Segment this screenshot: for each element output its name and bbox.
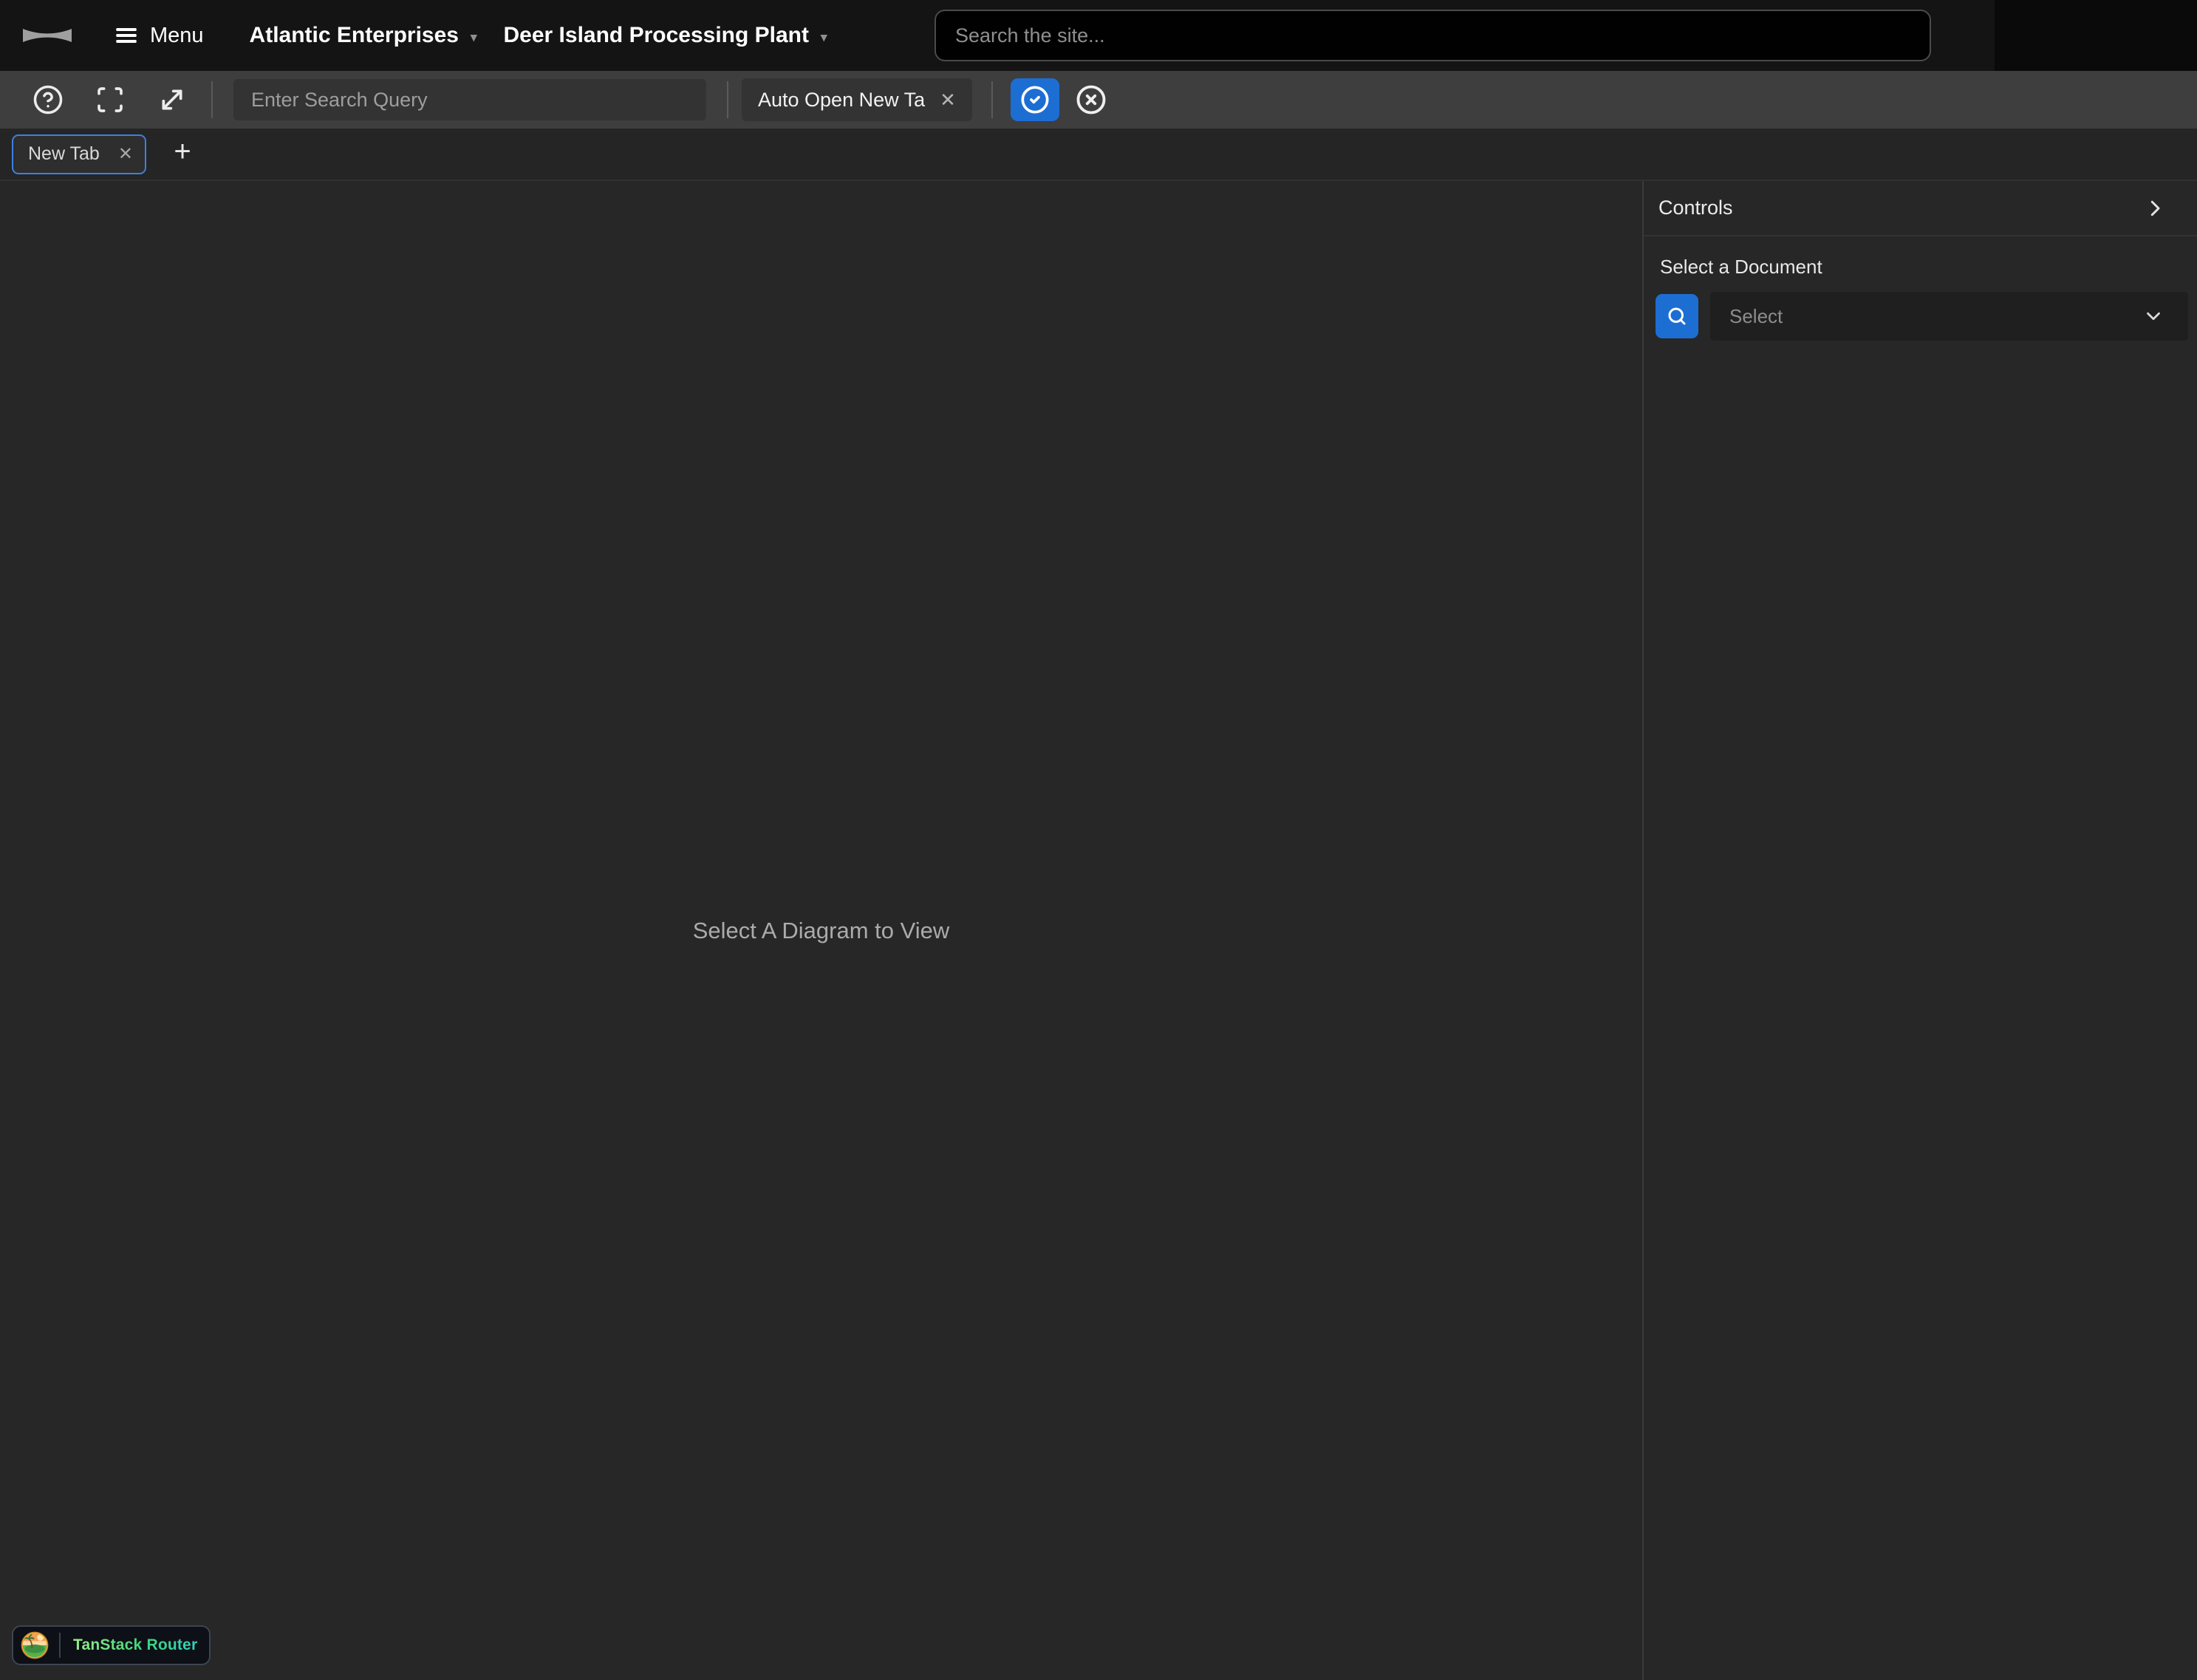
app-root: Menu Atlantic Enterprises ▾ Deer Island … bbox=[0, 0, 2197, 1680]
help-button[interactable] bbox=[33, 84, 64, 115]
badge-divider bbox=[59, 1633, 61, 1658]
menu-button[interactable]: Menu bbox=[115, 24, 204, 48]
site-search-input[interactable] bbox=[935, 10, 1931, 61]
search-icon bbox=[1666, 305, 1688, 327]
chip-close-icon[interactable]: ✕ bbox=[940, 90, 956, 109]
document-picker-row: Select bbox=[1656, 292, 2188, 341]
badge-label: TanStack Router bbox=[73, 1636, 197, 1654]
expand-diagonal-icon bbox=[157, 85, 187, 115]
org-selector[interactable]: Atlantic Enterprises ▾ bbox=[250, 23, 477, 48]
add-tab-button[interactable]: + bbox=[165, 137, 199, 171]
top-navigation-inner: Menu Atlantic Enterprises ▾ Deer Island … bbox=[0, 0, 1995, 71]
select-document-section: Select a Document Select bbox=[1644, 236, 2197, 341]
menu-label: Menu bbox=[150, 24, 204, 48]
diagram-search-input[interactable] bbox=[233, 79, 706, 120]
controls-header[interactable]: Controls bbox=[1644, 181, 2197, 236]
site-selector[interactable]: Deer Island Processing Plant ▾ bbox=[504, 23, 827, 48]
document-search-button[interactable] bbox=[1656, 294, 1698, 338]
caret-down-icon: ▾ bbox=[471, 28, 477, 44]
org-name: Atlantic Enterprises bbox=[250, 23, 459, 48]
chevron-right-icon[interactable] bbox=[2144, 197, 2166, 219]
controls-title: Controls bbox=[1658, 197, 1733, 219]
empty-state-message: Select A Diagram to View bbox=[693, 918, 950, 944]
tab-new-tab[interactable]: New Tab ✕ bbox=[12, 134, 146, 174]
cancel-button[interactable] bbox=[1068, 78, 1114, 121]
tanstack-router-badge[interactable]: TanStack Router bbox=[12, 1625, 211, 1665]
hamburger-icon bbox=[115, 24, 137, 47]
controls-sidebar: Controls Select a Document bbox=[1642, 181, 2197, 1680]
toolbar-divider bbox=[727, 81, 728, 118]
toolbar-divider bbox=[991, 81, 993, 118]
expand-button[interactable] bbox=[157, 84, 188, 115]
chevron-down-icon bbox=[2142, 305, 2164, 327]
confirm-button[interactable] bbox=[1011, 78, 1059, 121]
check-circle-icon bbox=[1020, 85, 1050, 115]
auto-open-chip[interactable]: Auto Open New Ta ✕ bbox=[742, 78, 972, 121]
content-area: Select A Diagram to View bbox=[0, 181, 2197, 1680]
auto-open-chip-label: Auto Open New Ta bbox=[758, 89, 925, 112]
fullscreen-icon bbox=[95, 85, 125, 115]
tanstack-logo-icon bbox=[21, 1631, 49, 1659]
fullscreen-button[interactable] bbox=[95, 84, 126, 115]
tab-close-icon[interactable]: ✕ bbox=[118, 146, 133, 163]
site-name: Deer Island Processing Plant bbox=[504, 23, 809, 48]
caret-down-icon: ▾ bbox=[821, 28, 827, 44]
top-navigation-bar: Menu Atlantic Enterprises ▾ Deer Island … bbox=[0, 0, 2197, 71]
tab-bar: New Tab ✕ + bbox=[0, 129, 2197, 181]
diagram-toolbar: Auto Open New Ta ✕ bbox=[0, 71, 2197, 129]
document-select-placeholder: Select bbox=[1729, 305, 1783, 328]
tab-label: New Tab bbox=[28, 143, 100, 165]
app-logo-icon bbox=[22, 27, 72, 44]
select-document-label: Select a Document bbox=[1660, 256, 2188, 279]
document-select-dropdown[interactable]: Select bbox=[1710, 292, 2188, 341]
x-circle-icon bbox=[1076, 84, 1107, 115]
diagram-viewport: Select A Diagram to View bbox=[0, 181, 1642, 1680]
toolbar-divider bbox=[211, 81, 213, 118]
help-icon bbox=[33, 84, 64, 115]
